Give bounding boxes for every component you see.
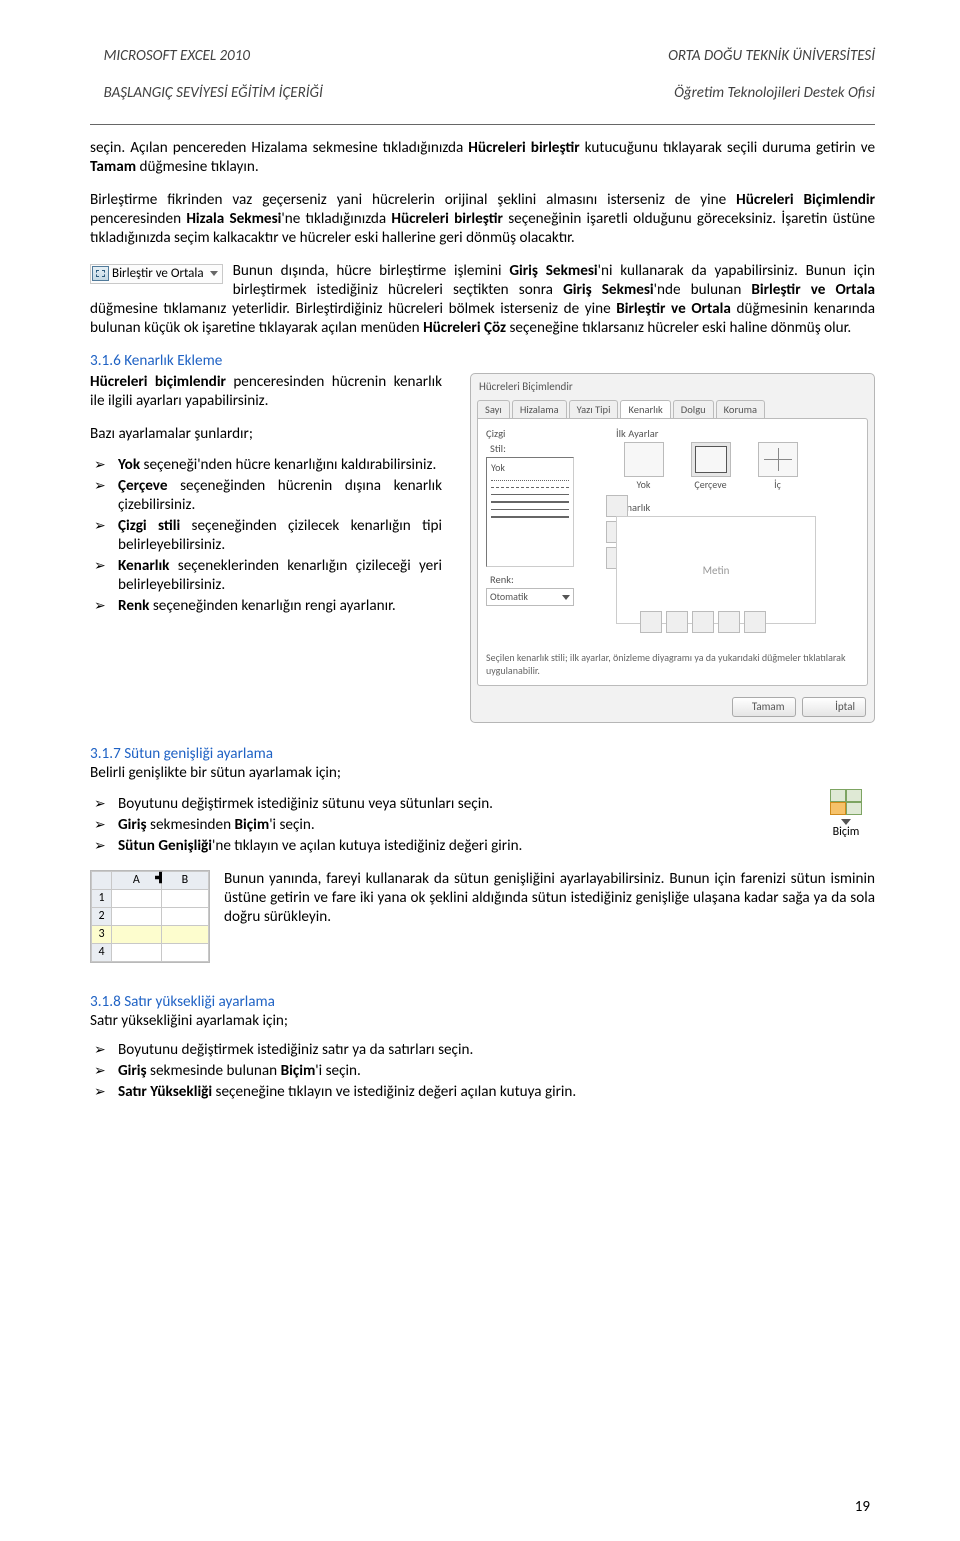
tab-border[interactable]: Kenarlık [620,400,670,418]
row-number: 2 [92,908,112,926]
style-line-icon[interactable] [491,501,569,503]
heading-317: 3.1.7 Sütun genişliği ayarlama [90,745,875,764]
list-item: Giriş sekmesinden Biçim'i seçin. [90,816,875,835]
merge-center-label: Birleştir ve Ortala [112,266,204,282]
tab-font[interactable]: Yazı Tipi [569,400,619,418]
list-item: Boyutunu değiştirmek istediğiniz sütunu … [90,795,875,814]
section-318-intro: Satır yüksekliğini ayarlamak için; [90,1012,875,1031]
preview-text: Metin [703,564,730,578]
preset-none[interactable]: Yok [616,442,671,492]
paragraph-1: seçin. Açılan pencereden Hizalama sekmes… [90,139,875,177]
style-line-icon[interactable] [491,516,569,518]
border-button[interactable] [666,611,688,633]
line-style-list[interactable]: Yok [486,457,574,567]
style-line-icon[interactable] [491,509,569,510]
column-resize-illustration: A✚ B 1 2 3 4 [90,870,210,963]
tab-fill[interactable]: Dolgu [673,400,714,418]
group-line-label: Çizgi [486,427,604,440]
color-label: Renk: [490,573,604,586]
page-header: MICROSOFT EXCEL 2010 BAŞLANGIÇ SEVİYESİ … [90,0,875,125]
style-line-icon[interactable] [491,487,569,488]
border-button[interactable] [744,611,766,633]
style-line-icon[interactable] [491,494,569,495]
list-item: Renk seçeneğinden kenarlığın rengi ayarl… [90,597,442,616]
color-value: Otomatik [490,591,528,604]
tab-protection[interactable]: Koruma [716,400,765,418]
row-number: 1 [92,890,112,908]
section-316-intro: Hücreleri biçimlendir penceresinden hücr… [90,373,442,411]
section-317-intro: Belirli genişlikte bir sütun ayarlamak i… [90,764,875,783]
merge-center-icon [92,266,109,281]
list-item: Çizgi stili seçeneğinden çizilecek kenar… [90,517,442,555]
style-label: Stil: [490,442,604,455]
paragraph-2: Birleştirme fikrinden vaz geçerseniz yan… [90,191,875,248]
dropdown-arrow-icon [562,595,570,600]
list-item: Çerçeve seçeneğinden hücrenin dışına ken… [90,477,442,515]
heading-318: 3.1.8 Satır yüksekliği ayarlama [90,993,875,1012]
list-item: Kenarlık seçeneklerinden kenarlığın çizi… [90,557,442,595]
preset-outline[interactable]: Çerçeve [683,442,738,492]
style-line-icon[interactable] [491,480,569,481]
ok-button[interactable]: Tamam [732,697,796,717]
header-left-line1: MICROSOFT EXCEL 2010 [104,47,250,65]
border-button[interactable] [692,611,714,633]
row-number: 4 [92,944,112,962]
heading-316: 3.1.6 Kenarlık Ekleme [90,352,875,371]
border-preview: Metin [616,516,816,624]
section-316-row: Hücreleri Biçimlendir Sayı Hizalama Yazı… [90,373,875,731]
group-presets-label: İlk Ayarlar [616,427,859,440]
format-cells-dialog: Hücreleri Biçimlendir Sayı Hizalama Yazı… [470,373,875,723]
dialog-title: Hücreleri Biçimlendir [471,374,874,400]
header-right-line2: Öğretim Teknolojileri Destek Ofisi [674,84,875,102]
list-item: Boyutunu değiştirmek istediğiniz satır y… [90,1041,875,1060]
style-none[interactable]: Yok [491,462,569,475]
merge-center-button[interactable]: Birleştir ve Ortala [90,264,223,284]
merge-and-center-paragraph: Birleştir ve Ortala Bunun dışında, hücre… [90,262,875,338]
list-item: Giriş sekmesinde bulunan Biçim'i seçin. [90,1062,875,1081]
column-header-b: B [161,872,208,890]
header-left-line2: BAŞLANGIÇ SEVİYESİ EĞİTİM İÇERİĞİ [104,84,323,102]
border-bottom-buttons [640,611,766,633]
group-border-label: Kenarlık [616,501,859,514]
border-button[interactable] [606,495,628,517]
column-header-a: A✚ [112,872,162,890]
tab-alignment[interactable]: Hizalama [512,400,567,418]
preset-inside[interactable]: İç [750,442,805,492]
color-combo[interactable]: Otomatik [486,588,574,606]
list-item: Sütun Genişliği'ne tıklayın ve açılan ku… [90,837,875,856]
row-number: 3 [92,926,112,944]
dropdown-arrow-icon[interactable] [210,271,218,276]
cancel-button[interactable]: İptal [802,697,866,717]
header-right-line1: ORTA DOĞU TEKNİK ÜNİVERSİTESİ [668,47,875,65]
border-button[interactable] [718,611,740,633]
list-item: Satır Yüksekliği seçeneğine tıklayın ve … [90,1083,875,1102]
page-number: 19 [855,1498,870,1517]
dialog-tabs: Sayı Hizalama Yazı Tipi Kenarlık Dolgu K… [471,400,874,418]
section-316-sub: Bazı ayarlamalar şunlardır; [90,425,442,444]
tab-number[interactable]: Sayı [477,400,510,418]
list-item: Yok seçeneği'nden hücre kenarlığını kald… [90,456,442,475]
border-button[interactable] [640,611,662,633]
